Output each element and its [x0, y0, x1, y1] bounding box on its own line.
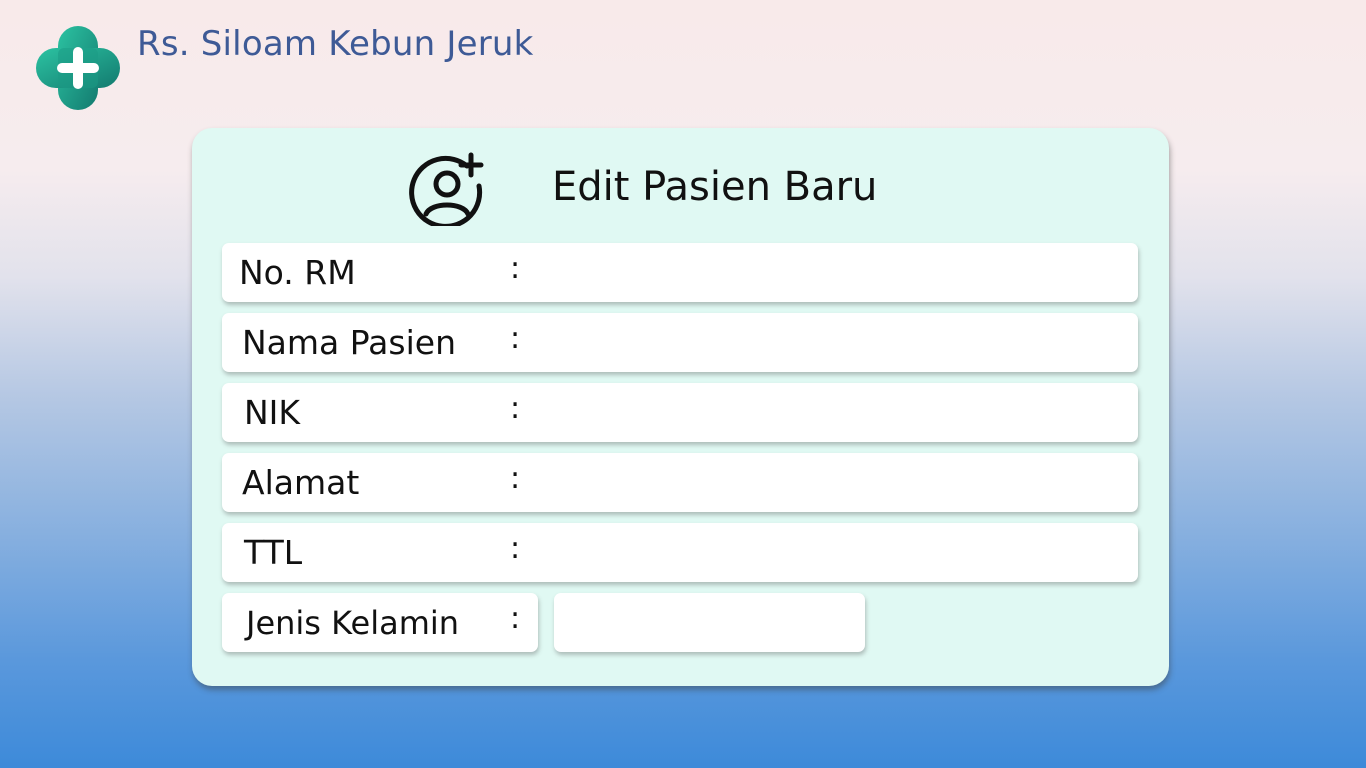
gender-select[interactable] — [554, 593, 865, 652]
field-separator: : — [510, 391, 521, 426]
hospital-name: Rs. Siloam Kebun Jeruk — [137, 24, 534, 64]
field-row-jenis-kelamin: Jenis Kelamin : — [222, 593, 538, 652]
field-label-ttl: TTL — [244, 533, 303, 572]
field-separator: : — [510, 461, 521, 496]
add-user-icon — [409, 152, 484, 226]
field-separator: : — [510, 601, 521, 636]
form-title: Edit Pasien Baru — [552, 164, 878, 210]
field-label-jenis-kelamin: Jenis Kelamin — [246, 604, 460, 642]
field-label-alamat: Alamat — [242, 463, 360, 502]
field-row-nik[interactable]: NIK : — [222, 383, 1138, 442]
field-row-ttl[interactable]: TTL : — [222, 523, 1138, 582]
field-separator: : — [510, 251, 521, 286]
field-row-no-rm[interactable]: No. RM : — [222, 243, 1138, 302]
medical-cross-icon — [36, 26, 120, 110]
field-label-nik: NIK — [244, 393, 301, 432]
field-label-nama-pasien: Nama Pasien — [242, 323, 456, 362]
field-separator: : — [510, 531, 521, 566]
field-row-alamat[interactable]: Alamat : — [222, 453, 1138, 512]
field-separator: : — [510, 321, 521, 356]
field-label-no-rm: No. RM — [239, 253, 356, 292]
field-row-nama-pasien[interactable]: Nama Pasien : — [222, 313, 1138, 372]
